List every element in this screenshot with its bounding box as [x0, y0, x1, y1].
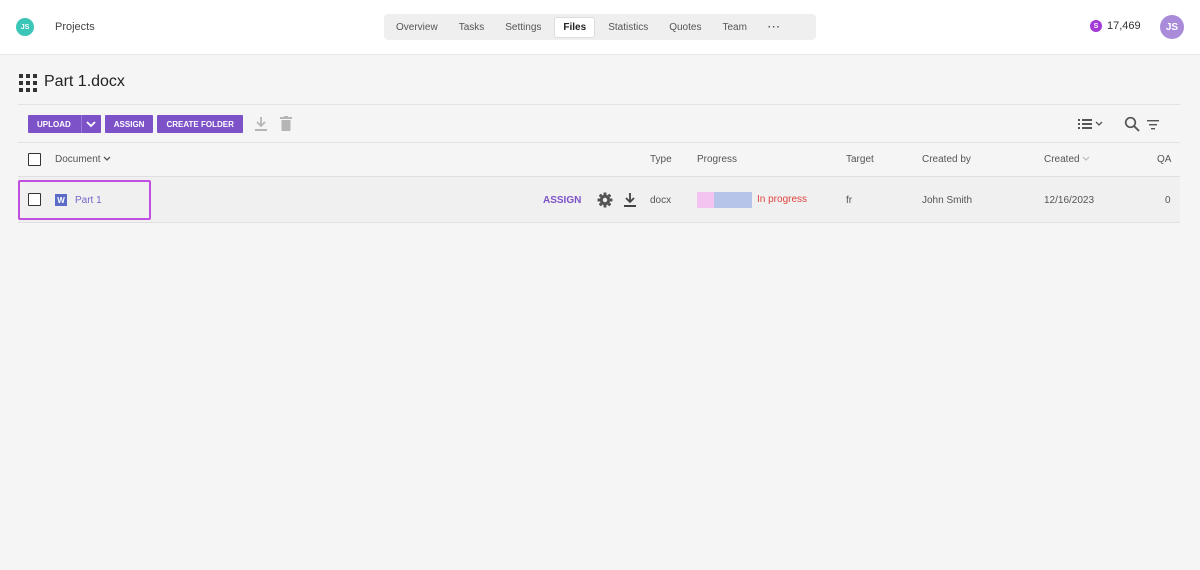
- credits-value: 17,469: [1107, 20, 1141, 32]
- select-all-checkbox[interactable]: [28, 153, 41, 166]
- upload-button[interactable]: UPLOAD: [28, 115, 101, 133]
- list-view-icon[interactable]: [1076, 116, 1104, 132]
- status-text: In progress: [757, 194, 808, 205]
- gear-icon[interactable]: [597, 192, 613, 208]
- files-toolbar: UPLOAD ASSIGN CREATE FOLDER: [28, 115, 293, 133]
- tab-overview[interactable]: Overview: [388, 18, 446, 37]
- user-avatar[interactable]: JS: [1160, 15, 1184, 39]
- upload-label: UPLOAD: [37, 119, 71, 129]
- row-target: fr: [846, 195, 853, 206]
- column-header-type[interactable]: Type: [650, 154, 672, 165]
- toolbar-right: [1076, 115, 1160, 133]
- coin-icon: S: [1090, 20, 1102, 32]
- column-header-qa[interactable]: QA: [1157, 154, 1171, 165]
- tab-team[interactable]: Team: [714, 18, 754, 37]
- progress-segment: [713, 192, 752, 208]
- column-header-document[interactable]: Document: [55, 154, 111, 165]
- tab-files[interactable]: Files: [554, 16, 596, 38]
- row-created-by: John Smith: [922, 195, 973, 206]
- create-folder-button[interactable]: CREATE FOLDER: [157, 115, 243, 133]
- filter-icon[interactable]: [1146, 116, 1160, 132]
- selection-highlight: [18, 180, 151, 220]
- chevron-down-icon: [103, 156, 111, 161]
- tab-quotes[interactable]: Quotes: [661, 18, 709, 37]
- row-qa: 0: [1165, 195, 1171, 206]
- row-download-icon[interactable]: [623, 192, 637, 208]
- sort-chevron-icon: [1082, 156, 1090, 161]
- row-created: 12/16/2023: [1044, 195, 1095, 206]
- chevron-down-icon[interactable]: [80, 115, 101, 133]
- assign-button[interactable]: ASSIGN: [104, 115, 154, 133]
- page-title: Part 1.docx: [44, 73, 125, 90]
- tab-statistics[interactable]: Statistics: [600, 18, 656, 37]
- download-icon[interactable]: [254, 116, 268, 132]
- projects-link[interactable]: Projects: [55, 21, 95, 33]
- progress-segment: [697, 192, 714, 208]
- divider: [18, 104, 1180, 105]
- column-header-created-label: Created: [1044, 154, 1080, 165]
- row-type: docx: [650, 195, 672, 206]
- column-header-document-label: Document: [55, 154, 101, 165]
- progress-bar: [697, 192, 752, 208]
- column-header-progress[interactable]: Progress: [697, 154, 737, 165]
- credits-balance[interactable]: S 17,469: [1090, 20, 1141, 32]
- trash-icon[interactable]: [279, 116, 293, 132]
- apps-grid-icon[interactable]: [19, 74, 37, 92]
- tab-settings[interactable]: Settings: [497, 18, 549, 37]
- search-icon[interactable]: [1124, 116, 1140, 132]
- divider: [18, 142, 1180, 143]
- project-tabs: Overview Tasks Settings Files Statistics…: [384, 14, 816, 40]
- column-header-created-by[interactable]: Created by: [922, 154, 971, 165]
- column-header-target[interactable]: Target: [846, 154, 874, 165]
- tab-tasks[interactable]: Tasks: [451, 18, 493, 37]
- top-navigation-bar: JS Projects Overview Tasks Settings File…: [0, 0, 1200, 55]
- column-header-created[interactable]: Created: [1044, 154, 1090, 165]
- workspace-logo[interactable]: JS: [16, 18, 34, 36]
- more-tabs-button[interactable]: ···: [760, 18, 789, 37]
- row-assign-button[interactable]: ASSIGN: [543, 195, 581, 206]
